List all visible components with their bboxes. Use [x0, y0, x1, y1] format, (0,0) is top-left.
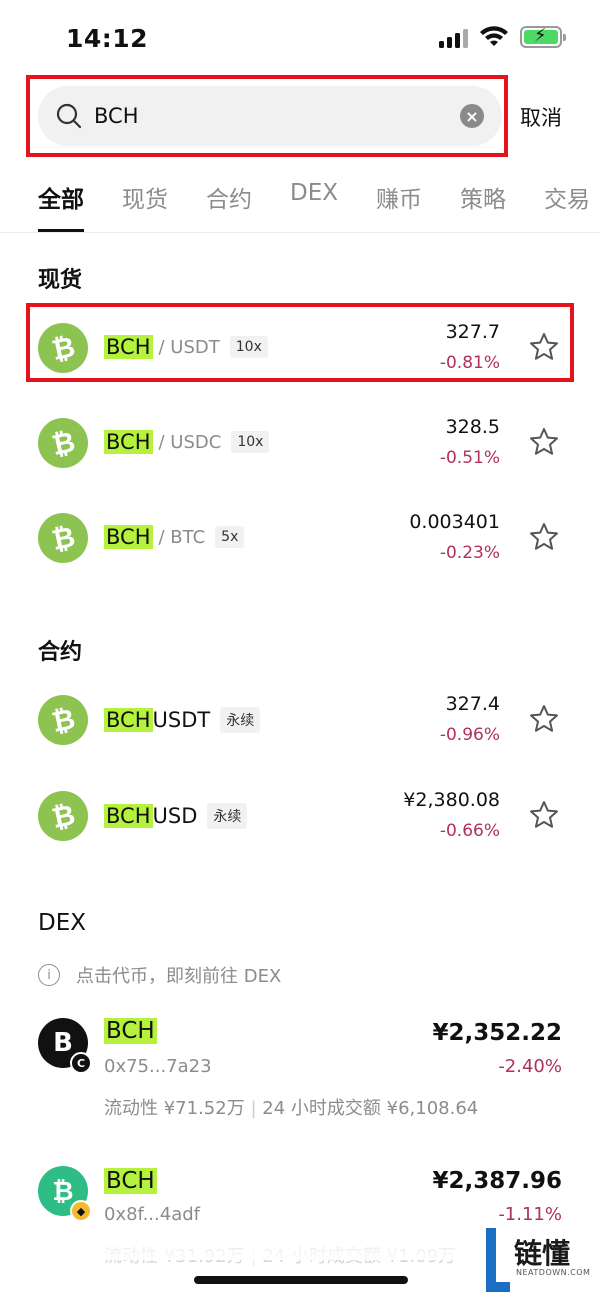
tab-futures[interactable]: 合约 — [206, 180, 252, 232]
watermark-sub: NEATDOWN.COM — [516, 1268, 591, 1277]
leverage-badge: 10x — [231, 431, 270, 453]
tab-strategy[interactable]: 策略 — [460, 180, 506, 232]
list-item[interactable]: ₿ BCH / USDT 10x 327.7 -0.81% — [0, 307, 600, 387]
bch-coin-icon: ₿ — [38, 513, 88, 563]
home-indicator[interactable] — [194, 1276, 408, 1284]
bch-coin-icon: ₿ — [38, 418, 88, 468]
price: ¥2,387.96 — [432, 1168, 563, 1194]
category-tabs: 全部 现货 合约 DEX 赚币 策略 交易 — [38, 180, 600, 232]
change-percent: -0.23% — [439, 543, 500, 563]
favorite-star-icon[interactable] — [528, 703, 560, 735]
pair-quote: / USDT — [158, 336, 220, 358]
pair-base: BCH — [104, 708, 153, 732]
wifi-icon — [480, 26, 508, 46]
pair-label: BCH USD 永续 — [104, 803, 248, 829]
status-icons: ⚡ — [439, 25, 566, 48]
pair-base: BCH — [104, 804, 153, 828]
pair-base: BCH — [104, 525, 153, 549]
list-item[interactable]: ₿ BCH / USDC 10x 328.5 -0.51% — [0, 402, 600, 482]
change-percent: -1.11% — [498, 1204, 562, 1225]
pair-label: BCH / USDC 10x — [104, 430, 270, 454]
battery-icon: ⚡ — [520, 25, 566, 48]
list-item[interactable]: B C BCH 0x75...7a23 流动性 ¥71.52万 | 24 小时成… — [0, 1010, 600, 1130]
pair-base: BCH — [104, 430, 153, 454]
search-input[interactable] — [94, 104, 460, 128]
bnb-chain-badge-icon: ◆ — [70, 1200, 92, 1222]
chain-badge-icon: C — [70, 1052, 92, 1074]
tab-all[interactable]: 全部 — [38, 180, 84, 232]
bch-coin-icon: ₿ — [38, 695, 88, 745]
spot-section-title: 现货 — [38, 268, 83, 293]
watermark-logo: 链懂 NEATDOWN.COM — [486, 1228, 600, 1298]
dex-section-title: DEX — [38, 910, 86, 936]
status-time: 14:12 — [66, 24, 149, 53]
volume-24h: 24 小时成交额 ¥6,108.64 — [262, 1098, 479, 1119]
list-item[interactable]: ₿ BCH USD 永续 ¥2,380.08 -0.66% — [0, 775, 600, 855]
pair-quote: / USDC — [158, 431, 222, 453]
change-percent: -0.66% — [439, 821, 500, 841]
dex-note-text: 点击代币，即刻前往 DEX — [76, 966, 282, 987]
info-icon: i — [38, 964, 60, 986]
tabs-divider — [0, 232, 600, 233]
liquidity: 流动性 ¥71.52万 — [104, 1098, 245, 1119]
change-percent: -0.81% — [439, 353, 500, 373]
watermark-text: 链懂 — [514, 1237, 571, 1270]
price: ¥2,380.08 — [403, 789, 500, 811]
change-percent: -0.96% — [439, 725, 500, 745]
perpetual-badge: 永续 — [207, 803, 248, 829]
token-name: BCH — [104, 1018, 157, 1044]
pair-label: BCH USDT 永续 — [104, 707, 261, 733]
cellular-signal-icon — [439, 26, 468, 48]
token-meta: 流动性 ¥71.52万 | 24 小时成交额 ¥6,108.64 — [104, 1098, 479, 1119]
pair-quote: / BTC — [158, 526, 206, 548]
pair-base: BCH — [104, 335, 153, 359]
search-icon — [56, 103, 82, 129]
bch-coin-icon: ₿ — [38, 323, 88, 373]
list-item[interactable]: ₿ BCH USDT 永续 327.4 -0.96% — [0, 679, 600, 759]
pair-label: BCH / USDT 10x — [104, 335, 268, 359]
change-percent: -2.40% — [498, 1056, 562, 1077]
tab-earn[interactable]: 赚币 — [376, 180, 422, 232]
clear-search-icon[interactable]: × — [460, 104, 484, 128]
pair-suffix: USDT — [152, 708, 211, 732]
pair-label: BCH / BTC 5x — [104, 525, 245, 549]
list-item[interactable]: ₿ BCH / BTC 5x 0.003401 -0.23% — [0, 497, 600, 577]
tab-spot[interactable]: 现货 — [122, 180, 168, 232]
dex-note: i 点击代币，即刻前往 DEX — [38, 962, 281, 988]
tab-dex[interactable]: DEX — [290, 180, 338, 232]
token-name: BCH — [104, 1168, 157, 1194]
price: 327.4 — [445, 693, 500, 715]
futures-section-title: 合约 — [38, 640, 83, 665]
perpetual-badge: 永续 — [220, 707, 261, 733]
change-percent: -0.51% — [439, 448, 500, 468]
favorite-star-icon[interactable] — [528, 521, 560, 553]
token-address: 0x75...7a23 — [104, 1056, 212, 1077]
price: 327.7 — [445, 321, 500, 343]
token-address: 0x8f...4adf — [104, 1204, 200, 1225]
price: 0.003401 — [409, 511, 500, 533]
favorite-star-icon[interactable] — [528, 426, 560, 458]
favorite-star-icon[interactable] — [528, 331, 560, 363]
leverage-badge: 5x — [215, 526, 245, 548]
favorite-star-icon[interactable] — [528, 799, 560, 831]
price: ¥2,352.22 — [432, 1020, 563, 1046]
pair-suffix: USD — [152, 804, 198, 828]
watermark-l-icon — [486, 1228, 510, 1292]
tab-trade[interactable]: 交易 — [544, 180, 590, 232]
cancel-button[interactable]: 取消 — [520, 102, 562, 132]
price: 328.5 — [445, 416, 500, 438]
bch-coin-icon: ₿ — [38, 791, 88, 841]
leverage-badge: 10x — [229, 336, 268, 358]
search-bar[interactable]: × — [38, 86, 502, 146]
